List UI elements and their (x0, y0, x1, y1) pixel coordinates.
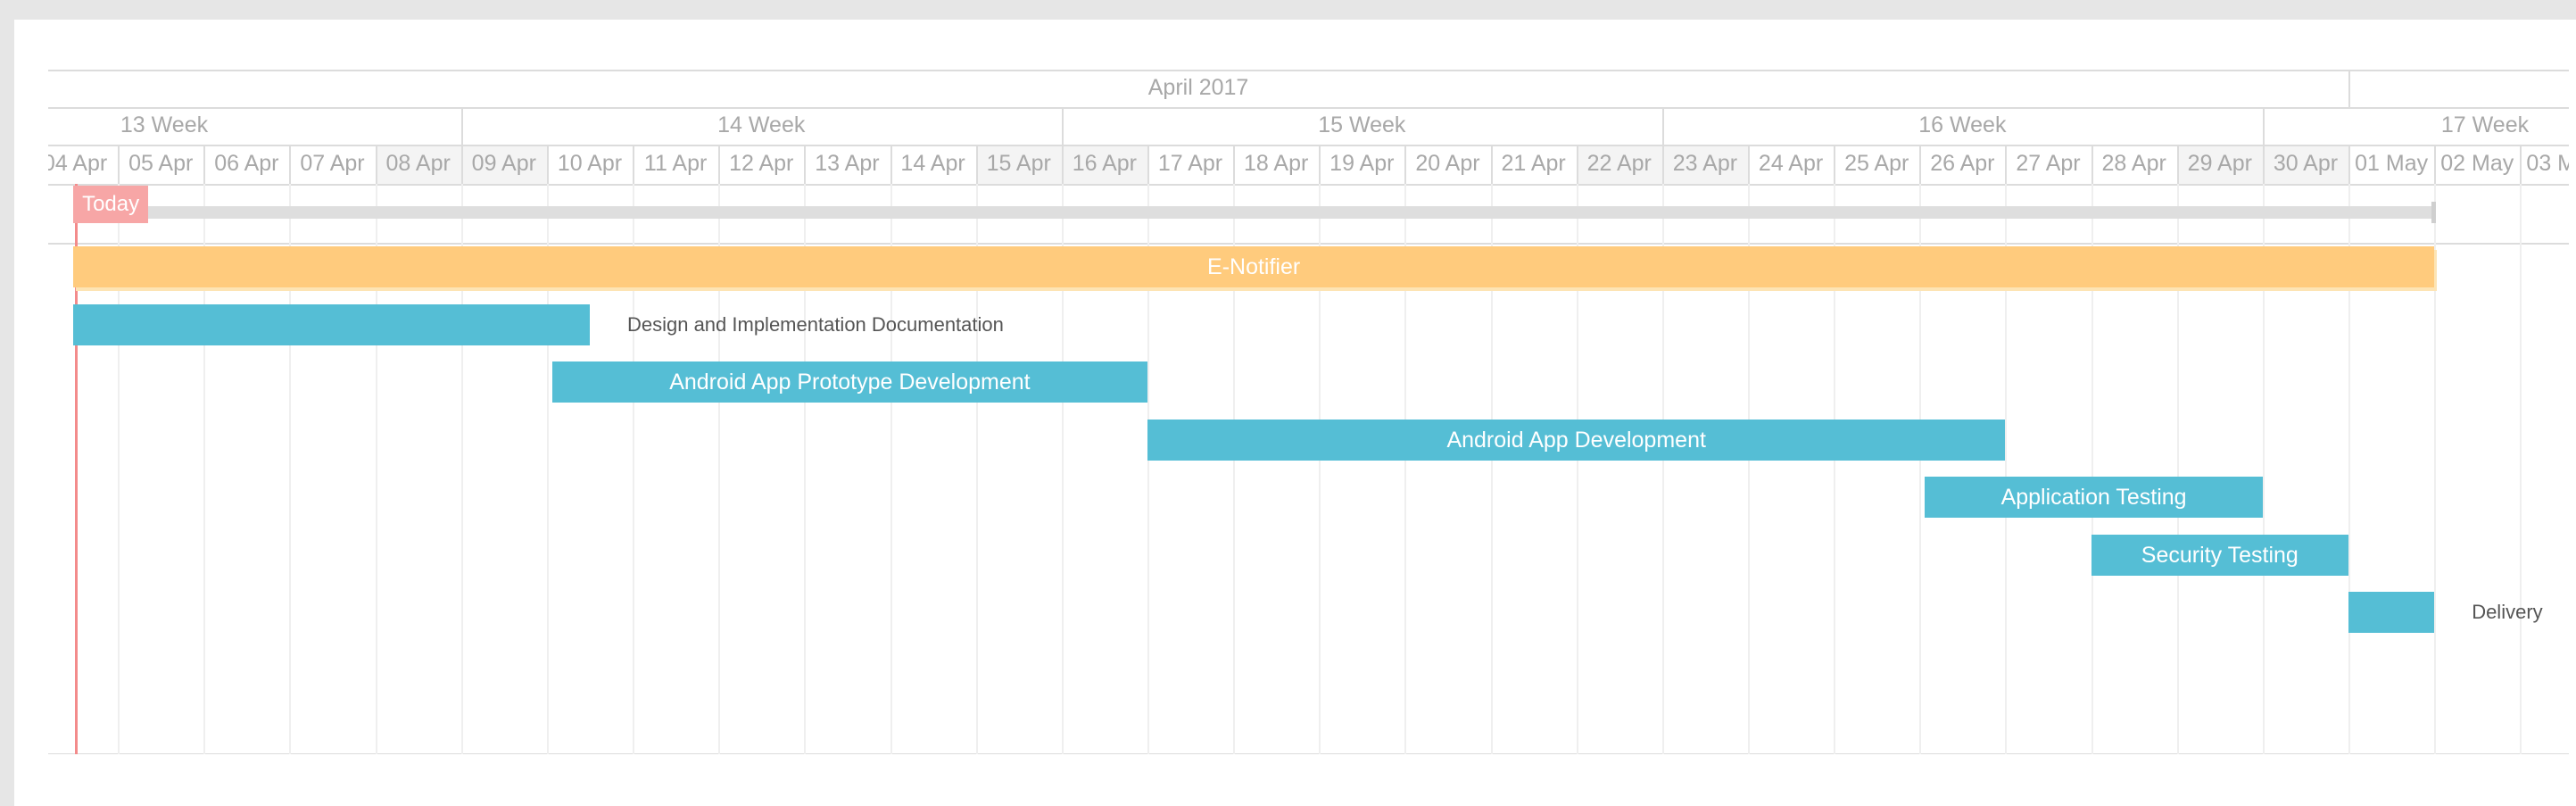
task-bar[interactable] (73, 303, 590, 345)
week-header: 16 Week (1918, 112, 2007, 137)
day-header: 20 Apr (1415, 151, 1480, 176)
day-header: 05 Apr (128, 151, 194, 176)
day-header: 15 Apr (986, 151, 1051, 176)
grid-horizontal-line (48, 753, 2569, 754)
day-header: 12 Apr (729, 151, 794, 176)
day-header: 04 Apr (48, 151, 108, 176)
task-label: Design and Implementation Documentation (626, 312, 1004, 336)
gantt-chart: April 2017 13 Week 14 Week 15 Week 16 Week 17… (48, 70, 2569, 754)
day-header: 16 Apr (1072, 151, 1137, 176)
day-header: 21 Apr (1501, 151, 1566, 176)
day-header: 18 Apr (1244, 151, 1309, 176)
day-header: 11 Apr (643, 151, 708, 176)
day-header: 19 Apr (1329, 151, 1395, 176)
day-header: 07 Apr (300, 151, 365, 176)
day-header: 08 Apr (385, 151, 451, 176)
today-badge: Today (73, 186, 149, 223)
task-bar[interactable] (2348, 592, 2435, 633)
week-header: 13 Week (120, 112, 209, 137)
day-header: 14 Apr (900, 151, 965, 176)
month-separator (2348, 70, 2351, 107)
grid-horizontal-line (48, 243, 2569, 245)
day-header: 06 Apr (214, 151, 279, 176)
week-header: 14 Week (717, 112, 806, 137)
task-label: Delivery (2472, 601, 2543, 623)
day-header: 27 Apr (2016, 151, 2081, 176)
timeline-track (75, 206, 2435, 219)
month-header: April 2017 (1147, 75, 1249, 100)
day-header: 23 Apr (1672, 151, 1738, 176)
day-header: 26 Apr (1930, 151, 1995, 176)
week-separator (2262, 107, 2265, 145)
project-summary-bar[interactable]: E-Notifier (73, 246, 2435, 287)
task-bar[interactable]: Android App Prototype Development (551, 361, 1147, 403)
grid-horizontal-line (48, 184, 2569, 186)
week-header: 15 Week (1318, 112, 1406, 137)
day-header: 09 Apr (471, 151, 536, 176)
week-separator (1661, 107, 1664, 145)
gantt-frame: April 2017 13 Week 14 Week 15 Week 16 Week 17… (14, 20, 2576, 806)
week-separator (1061, 107, 1064, 145)
day-header: 03 May (2526, 151, 2569, 176)
day-gridline (2520, 184, 2522, 754)
day-header: 02 May (2440, 151, 2514, 176)
day-header: 17 Apr (1157, 151, 1223, 176)
task-bar[interactable]: Android App Development (1147, 419, 2006, 461)
task-bar[interactable]: Security Testing (2091, 534, 2349, 576)
day-header: 29 Apr (2187, 151, 2252, 176)
day-header: 01 May (2355, 151, 2429, 176)
day-header: 28 Apr (2101, 151, 2166, 176)
day-header: 24 Apr (1758, 151, 1824, 176)
day-header: 30 Apr (2273, 151, 2339, 176)
day-gridline (2434, 184, 2437, 754)
day-header: 10 Apr (557, 151, 623, 176)
task-bar[interactable]: Application Testing (1925, 477, 2263, 518)
day-header: 25 Apr (1844, 151, 1909, 176)
week-separator (460, 107, 463, 145)
day-header: 22 Apr (1586, 151, 1652, 176)
week-header: 17 Week (2440, 112, 2530, 137)
day-header: 13 Apr (815, 151, 880, 176)
timeline-track-end (2431, 202, 2437, 223)
